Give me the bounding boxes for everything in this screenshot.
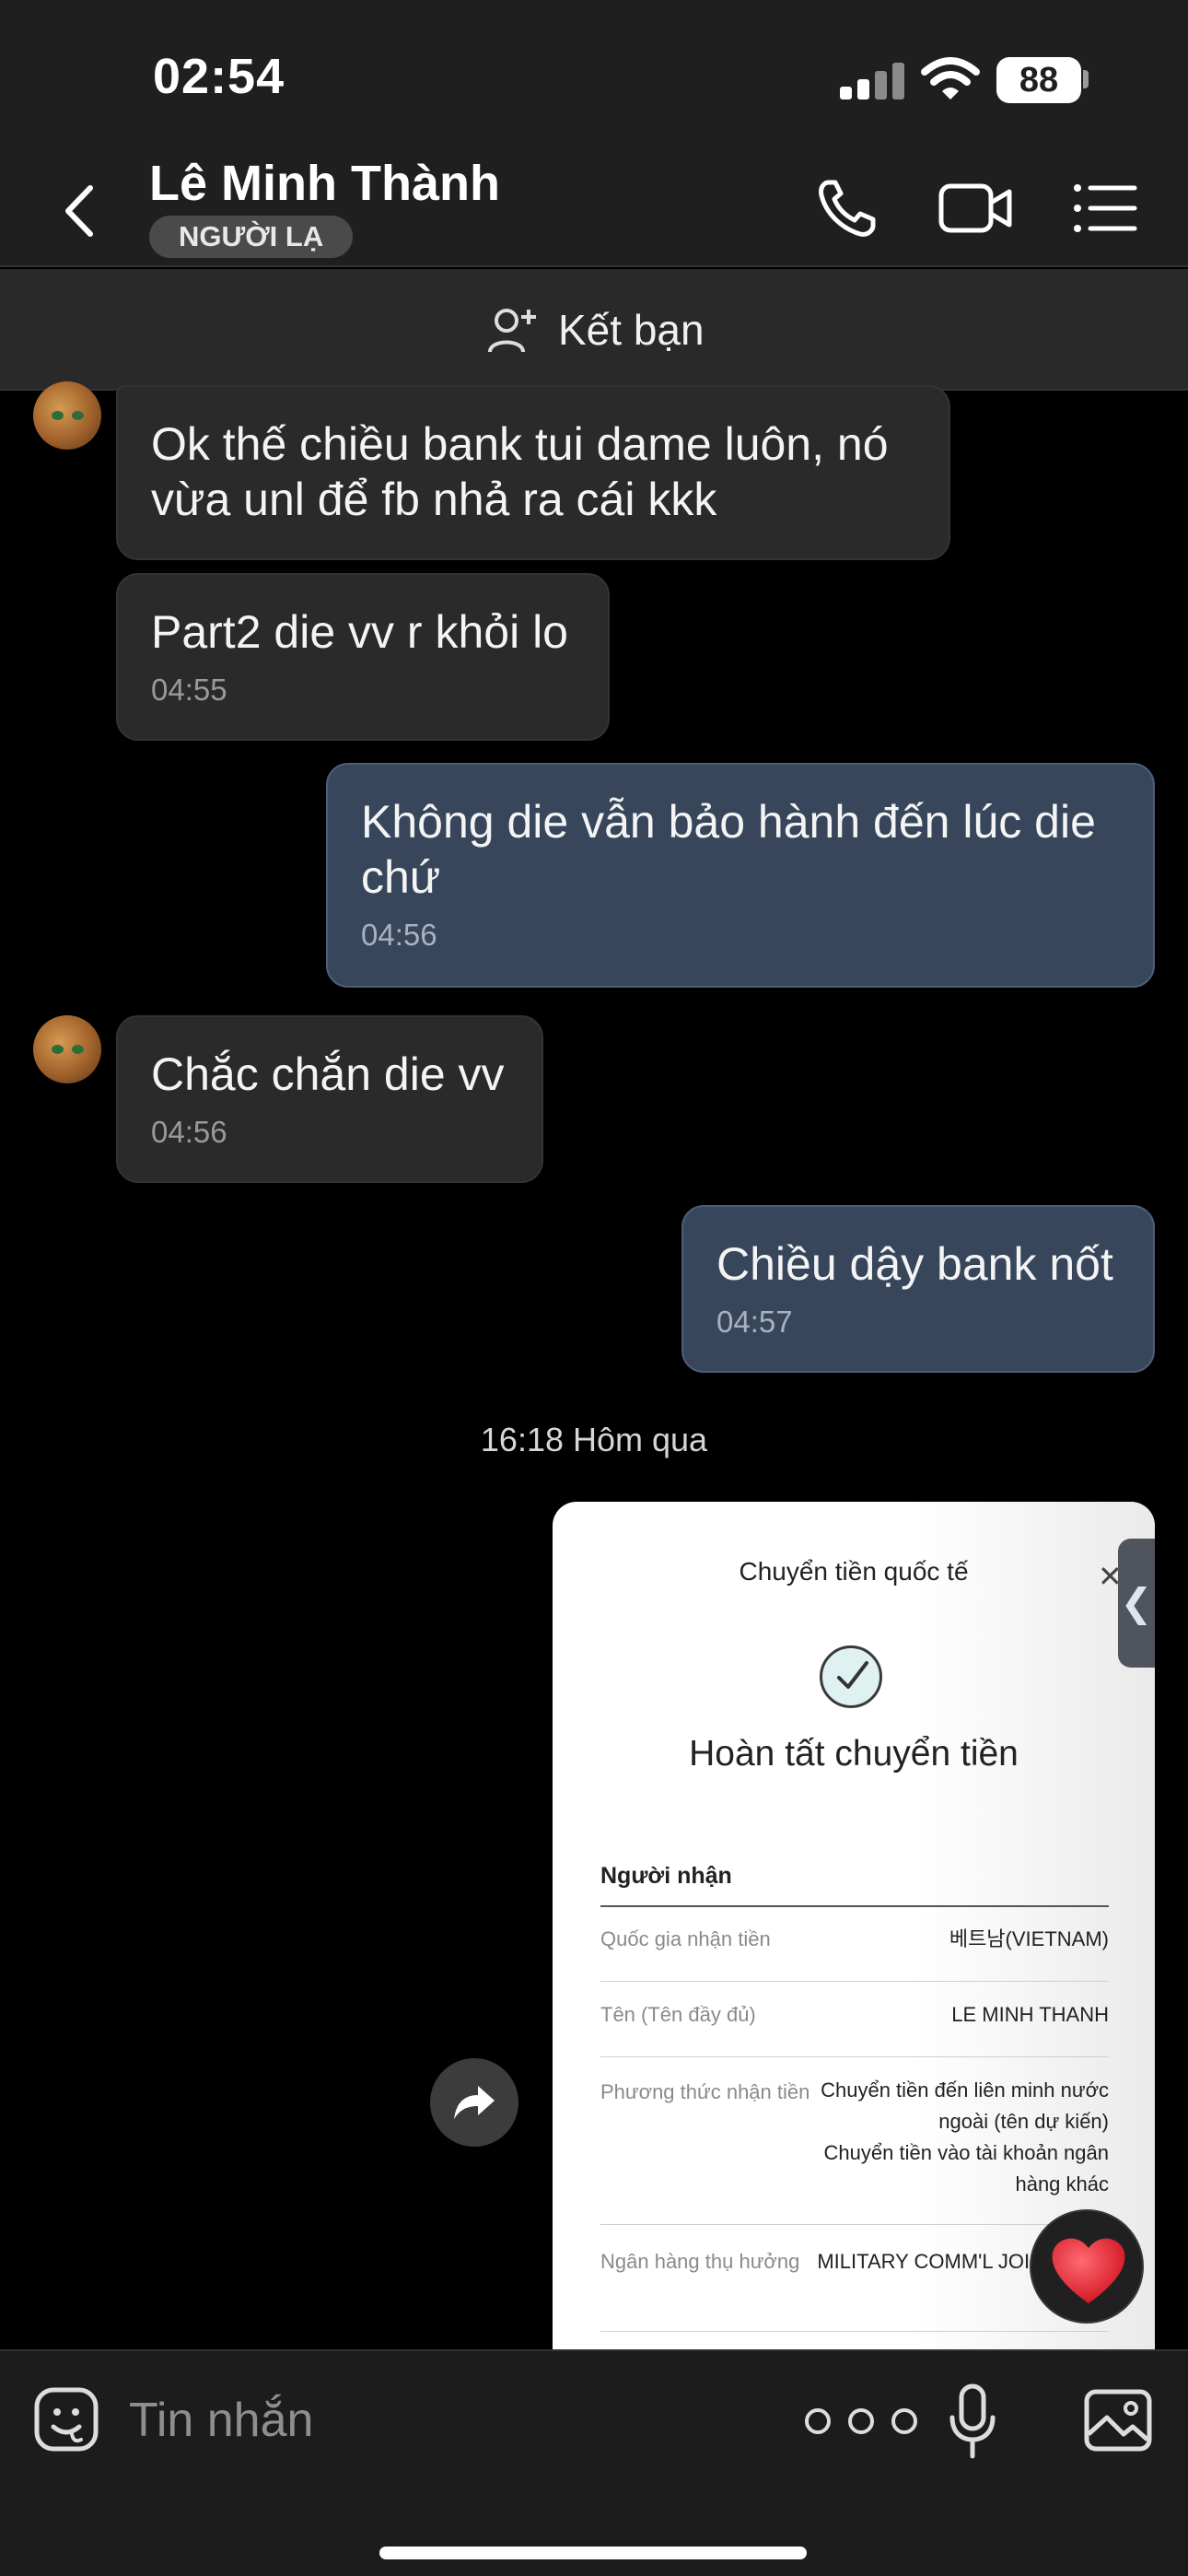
message-composer	[0, 2349, 1188, 2576]
home-indicator	[379, 2547, 807, 2559]
message-bubble-outgoing[interactable]: Chiều dậy bank nốt 04:57	[681, 1205, 1155, 1373]
receipt-title: Chuyển tiền quốc tế	[739, 1557, 969, 1586]
receipt-row-value: 베트남(VIETNAM)	[949, 1927, 1109, 1950]
message-time: 04:56	[151, 1115, 227, 1149]
message-time: 04:56	[361, 918, 437, 952]
heart-reaction-button[interactable]	[1030, 2209, 1144, 2324]
avatar[interactable]	[33, 1015, 101, 1083]
receipt-row-value-multiline: Chuyển tiền đến liên minh nước ngoài (tê…	[821, 2075, 1109, 2200]
receipt-row-value: LE MINH THANH	[951, 2003, 1109, 2026]
share-icon	[454, 2086, 495, 2119]
add-friend-button[interactable]: Kết bạn	[486, 302, 705, 357]
message-bubble-outgoing[interactable]: Không die vẫn bảo hành đến lúc die chứ 0…	[326, 763, 1155, 988]
message-text: Chắc chắn die vv	[151, 1048, 505, 1100]
chat-header: Lê Minh Thành NGƯỜI LẠ	[0, 147, 1188, 267]
contact-name[interactable]: Lê Minh Thành	[149, 155, 500, 212]
menu-list-icon[interactable]	[1068, 175, 1142, 241]
message-bubble-incoming[interactable]: Chắc chắn die vv 04:56	[116, 1015, 543, 1183]
share-button[interactable]	[430, 2058, 518, 2147]
more-icon[interactable]	[801, 2405, 921, 2438]
receipt-section-title: Người nhận	[600, 1863, 732, 1889]
message-input[interactable]	[129, 2388, 728, 2453]
stranger-badge: NGƯỜI LẠ	[149, 216, 354, 258]
message-text: Ok thế chiều bank tui dame luôn, nó vừa …	[151, 418, 889, 525]
day-separator: 16:18 Hôm qua	[480, 1421, 708, 1458]
mic-icon[interactable]	[947, 2383, 998, 2460]
status-bar: 02:54 88	[0, 0, 1188, 147]
status-time: 02:54	[153, 49, 285, 104]
check-icon	[820, 1645, 882, 1708]
receipt-value-line: ngoài (tên dự kiến)	[938, 2110, 1109, 2133]
message-time: 04:55	[151, 673, 227, 707]
message-time: 04:57	[716, 1305, 793, 1339]
receipt-row-label: Quốc gia nhận tiền	[600, 1927, 771, 1950]
back-icon[interactable]	[57, 179, 103, 243]
receipt-value-line: hàng khác	[1015, 2172, 1109, 2195]
receipt-row-label: Phương thức nhận tiền	[600, 2080, 810, 2103]
add-friend-bar[interactable]: Kết bạn	[0, 269, 1188, 391]
receipt-status: Hoàn tất chuyển tiền	[689, 1734, 1019, 1774]
divider	[600, 1981, 1109, 1982]
divider	[600, 1905, 1109, 1907]
receipt-value-line: Chuyển tiền đến liên minh nước	[821, 2078, 1109, 2102]
video-call-icon[interactable]	[938, 175, 1013, 241]
message-text: Không die vẫn bảo hành đến lúc die chứ	[361, 796, 1096, 903]
receipt-row-label: Tên (Tên đầy đủ)	[600, 2003, 756, 2026]
signal-icon	[840, 61, 904, 100]
side-panel-handle[interactable]: ❮	[1118, 1539, 1155, 1668]
gallery-icon[interactable]	[1083, 2388, 1153, 2453]
receipt-row-label: Ngân hàng thụ hưởng	[600, 2250, 800, 2273]
message-bubble-incoming[interactable]: Ok thế chiều bank tui dame luôn, nó vừa …	[116, 385, 950, 560]
battery-tip	[1083, 70, 1089, 88]
sticker-icon[interactable]	[33, 2386, 99, 2453]
receipt-row-value: MILITARY COMM'L JOIN	[817, 2250, 1044, 2273]
add-friend-icon	[488, 309, 536, 353]
heart-icon	[1052, 2238, 1125, 2303]
message-text: Chiều dậy bank nốt	[716, 1238, 1113, 1290]
add-friend-label: Kết bạn	[558, 306, 705, 354]
battery-level: 88	[996, 57, 1081, 103]
divider	[600, 2056, 1109, 2057]
message-text: Part2 die vv r khỏi lo	[151, 606, 568, 658]
divider	[600, 2331, 1109, 2332]
phone-icon[interactable]	[812, 175, 886, 241]
message-bubble-incoming[interactable]: Part2 die vv r khỏi lo 04:55	[116, 573, 610, 741]
avatar[interactable]	[33, 381, 101, 450]
wifi-icon	[921, 57, 980, 100]
receipt-value-line: Chuyển tiền vào tài khoản ngân	[823, 2141, 1109, 2164]
